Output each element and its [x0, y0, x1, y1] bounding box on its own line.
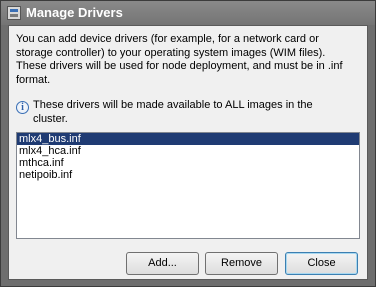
list-item-mlx4-bus[interactable]: mlx4_bus.inf	[17, 133, 359, 145]
app-icon	[7, 6, 21, 20]
info-line-1: These drivers will be made available to …	[33, 99, 313, 111]
info-text: These drivers will be made available to …	[33, 99, 353, 126]
window-title: Manage Drivers	[26, 5, 123, 20]
description-text: You can add device drivers (for example,…	[16, 33, 361, 87]
info-icon: i	[16, 101, 29, 114]
list-item-mthca[interactable]: mthca.inf	[17, 157, 359, 169]
dialog-body: You can add device drivers (for example,…	[8, 25, 368, 280]
info-line-2: cluster.	[33, 112, 68, 125]
remove-button[interactable]: Remove	[205, 252, 278, 275]
drivers-listbox[interactable]: mlx4_bus.inf mlx4_hca.inf mthca.inf neti…	[16, 132, 360, 239]
list-item-netipoib[interactable]: netipoib.inf	[17, 169, 359, 181]
description-line-3: These drivers will be used for node depl…	[16, 60, 343, 72]
add-button[interactable]: Add...	[126, 252, 199, 275]
title-bar[interactable]: Manage Drivers	[1, 1, 375, 25]
description-line-4: format.	[16, 73, 51, 86]
list-item-mlx4-hca[interactable]: mlx4_hca.inf	[17, 145, 359, 157]
description-line-2: storage controller) to your operating sy…	[16, 46, 326, 59]
close-button[interactable]: Close	[285, 252, 358, 275]
manage-drivers-window: Manage Drivers You can add device driver…	[0, 0, 376, 287]
description-line-1: You can add device drivers (for example,…	[16, 33, 319, 45]
